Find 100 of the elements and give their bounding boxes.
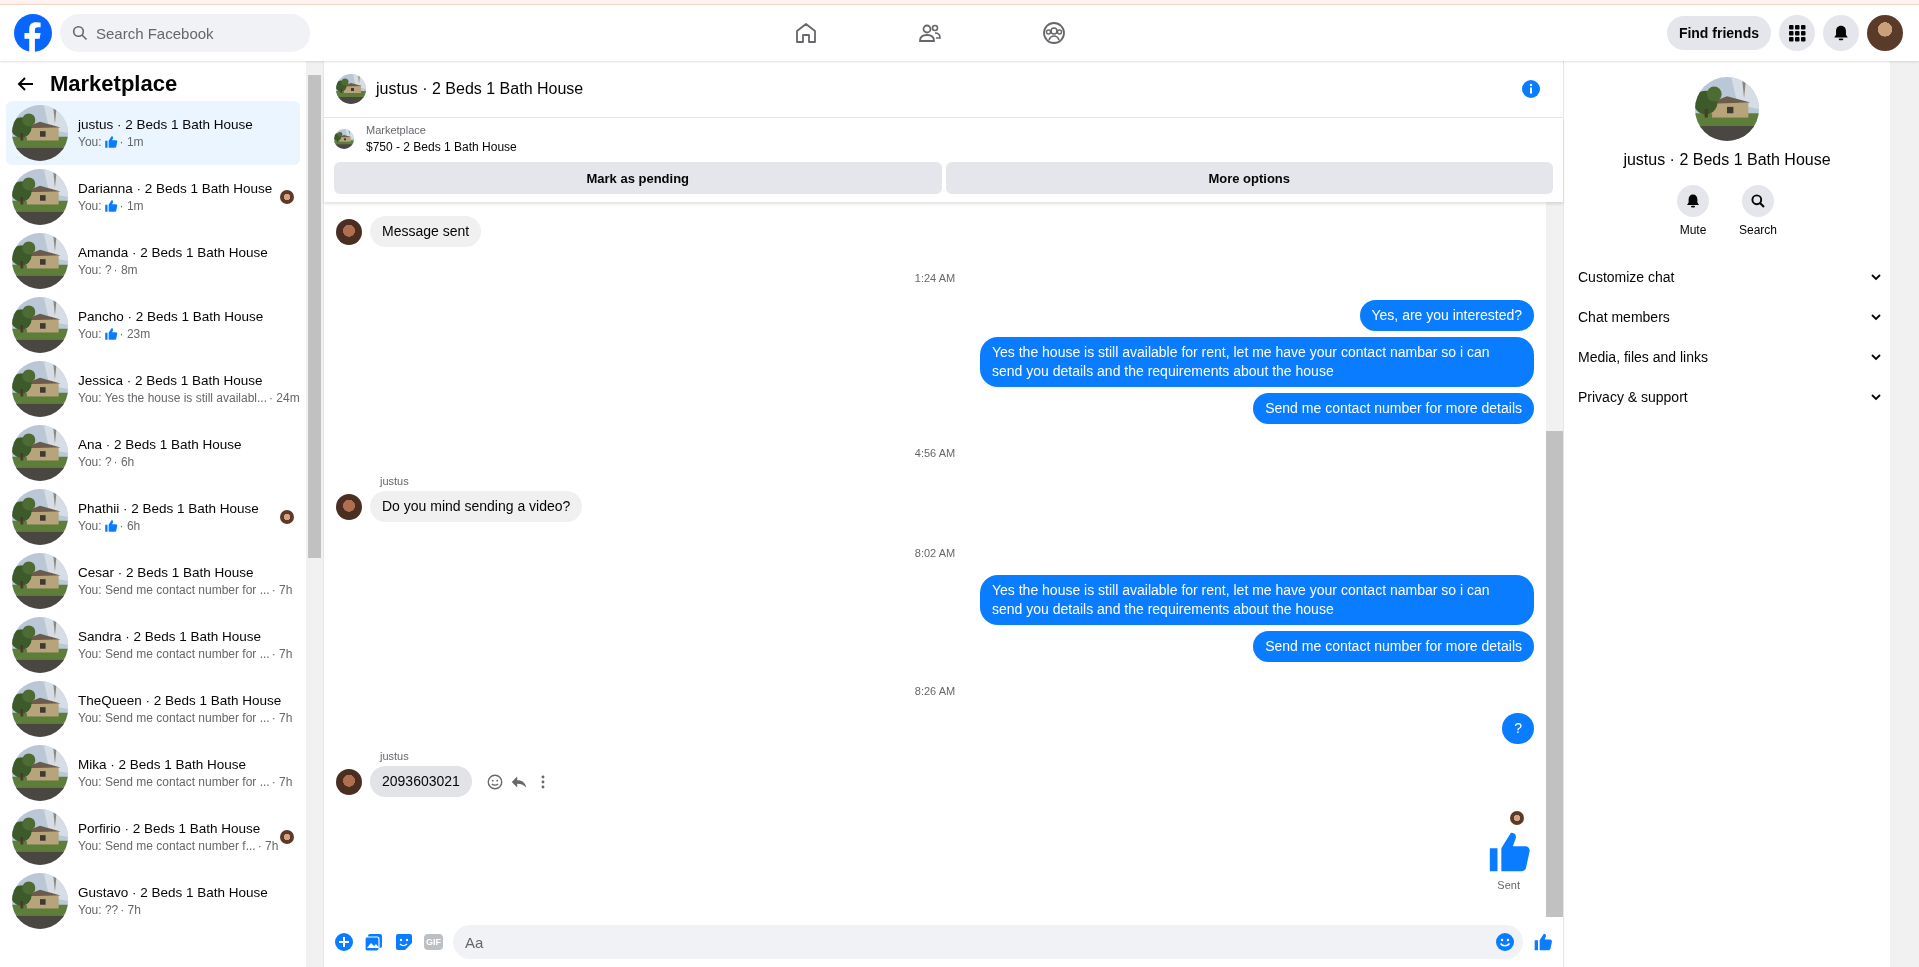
plus-icon[interactable] (334, 932, 354, 952)
sticker-icon[interactable] (394, 932, 414, 952)
info-icon[interactable] (1521, 79, 1541, 99)
thumbs-up-icon (1533, 932, 1553, 952)
image-icon[interactable] (364, 932, 384, 952)
search-field[interactable]: Search Facebook (60, 14, 310, 52)
notifications-button[interactable] (1823, 15, 1859, 51)
conversation-item[interactable]: Gustavo · 2 Beds 1 Bath House You: ?? · 7h (6, 869, 300, 933)
received-message: 2093603021 (370, 766, 472, 797)
grid-icon (1788, 24, 1806, 42)
logo-icon[interactable] (14, 14, 52, 52)
section-item[interactable]: Media, files and links (1578, 337, 1882, 377)
home-icon[interactable] (794, 21, 819, 45)
conversation-name: Ana · 2 Beds 1 Bath House (78, 437, 243, 452)
conversation-name: Pancho · 2 Beds 1 Bath House (78, 309, 265, 324)
message-preview: You: Send me contact number f... (78, 839, 256, 853)
message-preview: You: Send me contact number for ... (78, 711, 270, 725)
conversation-item[interactable]: Porfirio · 2 Beds 1 Bath House You: Send me contact number f... · 7h (6, 805, 300, 869)
emoji-icon[interactable] (1495, 932, 1515, 952)
avatar (336, 768, 362, 795)
scrollbar[interactable] (1546, 202, 1563, 917)
search-icon (72, 25, 88, 41)
message-time: · 7h (120, 903, 141, 917)
timestamp: 8:02 AM (914, 546, 956, 561)
conversation-item[interactable]: Cesar · 2 Beds 1 Bath House You: Send me contact number for ... · 7h (6, 549, 300, 613)
thumbs-up-icon (103, 135, 118, 149)
sidebar-title: Marketplace (50, 71, 178, 97)
sent-message: ? (1502, 713, 1534, 744)
conversation-name: TheQueen · 2 Beds 1 Bath House (78, 693, 283, 708)
conversation-name: Gustavo · 2 Beds 1 Bath House (78, 885, 269, 900)
message-preview: You: ? (78, 263, 112, 277)
menu-button[interactable] (1779, 15, 1815, 51)
message-time: · 6h (119, 519, 141, 533)
message-time: · 23m (119, 327, 151, 341)
message-preview: You: (78, 519, 102, 533)
message-time: · 7h (271, 583, 293, 597)
bell-icon (1832, 24, 1850, 42)
conversation-item[interactable]: Amanda · 2 Beds 1 Bath House You: ? · 8m (6, 229, 300, 293)
sent-message: Send me contact number for more details (1253, 393, 1534, 424)
chat-name: justus · 2 Beds 1 Bath House (1623, 151, 1831, 169)
groups-icon[interactable] (1042, 21, 1067, 45)
conversation-name: Sandra · 2 Beds 1 Bath House (78, 629, 263, 644)
chevron-down-icon (1870, 311, 1882, 323)
message-preview: You: Send me contact number for ... (78, 583, 270, 597)
sent-message: Yes the house is still available for rent, let me have your contact nambar so i can send you details and the requirements about the house (980, 337, 1534, 387)
seen-avatar (1510, 811, 1524, 825)
scrollbar[interactable] (1890, 61, 1919, 967)
message-preview: You: ? (78, 455, 112, 469)
message-preview: You: Send me contact number for ... (78, 775, 270, 789)
avatar[interactable] (1867, 15, 1903, 51)
chevron-down-icon (1870, 271, 1882, 283)
message-preview: You: (78, 327, 102, 341)
conversation-name: Jessica · 2 Beds 1 Bath House (78, 373, 264, 388)
message-preview: You: Send me contact number for ... (78, 647, 270, 661)
conversation-name: Porfirio · 2 Beds 1 Bath House (78, 821, 262, 836)
thumbs-up-icon (103, 519, 118, 533)
conversation-name: Mika · 2 Beds 1 Bath House (78, 757, 248, 772)
section-item[interactable]: Chat members (1578, 297, 1882, 337)
conversation-item[interactable]: justus · 2 Beds 1 Bath House You: · 1m (6, 101, 300, 165)
conversation-item[interactable]: TheQueen · 2 Beds 1 Bath House You: Send me contact number for ... · 7h (6, 677, 300, 741)
scrollbar[interactable] (306, 61, 323, 967)
seen-avatar (280, 830, 294, 844)
conversation-name: justus · 2 Beds 1 Bath House (78, 117, 254, 132)
chevron-down-icon (1870, 351, 1882, 363)
chevron-down-icon (1870, 391, 1882, 403)
listing-action-button[interactable]: Mark as pending (334, 162, 942, 194)
search-button[interactable] (1742, 185, 1774, 217)
conversation-item[interactable]: Phathii · 2 Beds 1 Bath House You: · 6h (6, 485, 300, 549)
emoji-icon[interactable] (485, 772, 504, 791)
sent-message: Yes the house is still available for rent, let me have your contact nambar so i can send you details and the requirements about the house (980, 575, 1534, 625)
mute-button[interactable] (1677, 185, 1709, 217)
listing-title: $750 - 2 Beds 1 Bath House (366, 140, 517, 154)
action-label: Search (1739, 223, 1777, 237)
conversation-name: Amanda · 2 Beds 1 Bath House (78, 245, 269, 260)
conversation-item[interactable]: Mika · 2 Beds 1 Bath House You: Send me contact number for ... · 7h (6, 741, 300, 805)
timestamp: 4:56 AM (914, 446, 956, 461)
conversation-item[interactable]: Sandra · 2 Beds 1 Bath House You: Send me contact number for ... · 7h (6, 613, 300, 677)
message-time: · 7h (271, 711, 293, 725)
sent-message: Yes, are you interested? (1359, 300, 1534, 331)
section-item[interactable]: Privacy & support (1578, 377, 1882, 417)
message-time: · 24m (269, 391, 300, 405)
conversation-item[interactable]: Pancho · 2 Beds 1 Bath House You: · 23m (6, 293, 300, 357)
find-friends-button[interactable]: Find friends (1666, 16, 1771, 50)
sent-message: Send me contact number for more details (1253, 631, 1534, 662)
message-time: · 1m (119, 135, 144, 149)
avatar (336, 218, 362, 245)
conversation-item[interactable]: Jessica · 2 Beds 1 Bath House You: Yes the house is still availabl... · 24m (6, 357, 300, 421)
message-time: · 1m (119, 199, 144, 213)
received-message: Message sent (370, 216, 482, 247)
conversation-item[interactable]: Ana · 2 Beds 1 Bath House You: ? · 6h (6, 421, 300, 485)
listing-action-button[interactable]: More options (945, 162, 1553, 194)
message-preview: You: (78, 135, 102, 149)
section-item[interactable]: Customize chat (1578, 257, 1882, 297)
message-input[interactable]: Aa (453, 925, 1523, 959)
seen-avatar (280, 190, 294, 204)
conversation-item[interactable]: Darianna · 2 Beds 1 Bath House You: · 1m (6, 165, 300, 229)
received-message: Do you mind sending a video? (370, 491, 583, 522)
chat-title: justus · 2 Beds 1 Bath House (376, 80, 585, 98)
message-time: · 8m (113, 263, 138, 277)
message-preview: You: (78, 199, 102, 213)
